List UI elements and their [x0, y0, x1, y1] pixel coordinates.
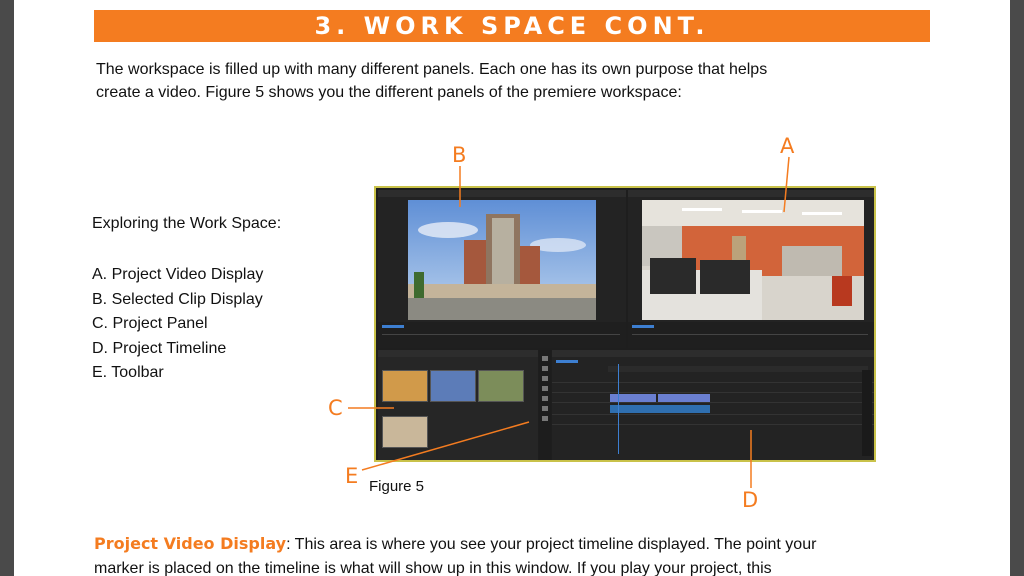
intro-paragraph: The workspace is filled up with many dif… — [96, 58, 896, 104]
slip-tool-icon[interactable] — [542, 396, 548, 401]
timeline-playhead[interactable] — [618, 364, 619, 454]
project-panel-tabbar — [378, 350, 538, 357]
project-thumb-3[interactable] — [478, 370, 524, 402]
callout-label-c: C — [328, 396, 343, 420]
timeline-timecode — [556, 360, 578, 363]
timeline-video-clip-1[interactable] — [610, 394, 656, 402]
project-panel — [378, 350, 538, 460]
document-page: 3. WORK SPACE CONT. The workspace is fil… — [14, 0, 1010, 576]
timeline-track-v1 — [552, 402, 874, 403]
section-banner: 3. WORK SPACE CONT. — [94, 10, 930, 42]
figure-caption: Figure 5 — [369, 478, 424, 495]
intro-line-2: create a video. Figure 5 shows you the d… — [96, 81, 896, 104]
selection-tool-icon[interactable] — [542, 356, 548, 361]
timeline-tabbar — [552, 350, 874, 357]
callout-label-a: A — [780, 134, 794, 158]
timeline-panel — [552, 350, 874, 460]
legend-item-e: E. Toolbar — [92, 361, 263, 386]
program-monitor-controls — [628, 322, 874, 348]
timeline-audio-clip[interactable] — [610, 405, 710, 413]
legend-item-a: A. Project Video Display — [92, 263, 263, 288]
source-timecode — [382, 325, 404, 328]
project-thumb-1[interactable] — [382, 370, 428, 402]
razor-tool-icon[interactable] — [542, 386, 548, 391]
program-monitor-tabbar — [628, 190, 874, 197]
source-monitor-controls — [378, 322, 626, 348]
ripple-edit-tool-icon[interactable] — [542, 376, 548, 381]
footer-term: Project Video Display — [94, 534, 286, 553]
program-scrub-bar[interactable] — [632, 334, 868, 335]
legend-list: A. Project Video Display B. Selected Cli… — [92, 263, 263, 386]
pen-tool-icon[interactable] — [542, 406, 548, 411]
project-thumb-2[interactable] — [430, 370, 476, 402]
footer-line-1-rest: : This area is where you see your projec… — [286, 536, 816, 553]
timeline-track-v2 — [552, 392, 874, 393]
program-monitor-panel — [628, 190, 874, 348]
callout-label-d: D — [742, 488, 758, 512]
hand-tool-icon[interactable] — [542, 416, 548, 421]
track-select-tool-icon[interactable] — [542, 366, 548, 371]
callout-label-e: E — [345, 464, 358, 488]
legend-item-c: C. Project Panel — [92, 312, 263, 337]
legend-heading: Exploring the Work Space: — [92, 215, 281, 233]
timeline-track-a2 — [552, 424, 874, 425]
timeline-track-a1 — [552, 414, 874, 415]
office-clip-image — [642, 200, 864, 320]
legend-item-d: D. Project Timeline — [92, 337, 263, 362]
program-timecode — [632, 325, 654, 328]
project-thumb-4[interactable] — [382, 416, 428, 448]
timeline-ruler[interactable] — [608, 366, 868, 372]
building-clip-image — [408, 200, 596, 320]
footer-line-1: Project Video Display: This area is wher… — [94, 532, 974, 557]
timeline-track-v3 — [552, 382, 874, 383]
legend-item-b: B. Selected Clip Display — [92, 288, 263, 313]
footer-paragraph: Project Video Display: This area is wher… — [94, 532, 974, 576]
source-monitor-tabbar — [378, 190, 626, 197]
intro-line-1: The workspace is filled up with many dif… — [96, 58, 896, 81]
audio-meters — [862, 370, 872, 456]
timeline-video-clip-2[interactable] — [658, 394, 710, 402]
source-monitor-panel — [378, 190, 626, 348]
source-scrub-bar[interactable] — [382, 334, 620, 335]
tools-panel — [539, 350, 551, 460]
callout-label-b: B — [452, 143, 466, 167]
footer-line-2: marker is placed on the timeline is what… — [94, 557, 974, 576]
premiere-workspace-figure — [374, 186, 876, 462]
